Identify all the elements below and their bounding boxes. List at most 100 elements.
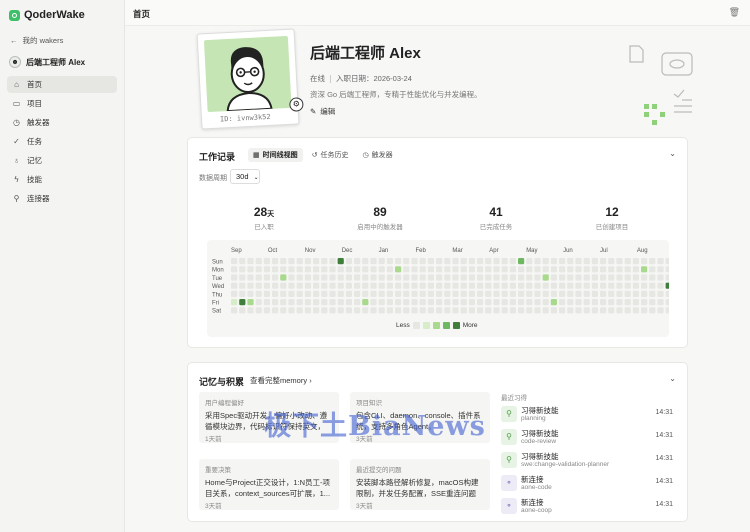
- heatmap-cell[interactable]: [337, 266, 344, 273]
- heatmap-cell[interactable]: [247, 290, 254, 297]
- heatmap-cell[interactable]: [231, 274, 238, 281]
- heatmap-cell[interactable]: [403, 299, 410, 306]
- heatmap-cell[interactable]: [485, 307, 492, 314]
- heatmap-cell[interactable]: [657, 274, 664, 281]
- heatmap-cell[interactable]: [550, 299, 557, 306]
- heatmap-cell[interactable]: [493, 299, 500, 306]
- chevron-down-icon[interactable]: ⌄: [669, 374, 676, 383]
- heatmap-cell[interactable]: [354, 266, 361, 273]
- heatmap-cell[interactable]: [255, 258, 262, 265]
- heatmap-cell[interactable]: [411, 266, 418, 273]
- heatmap-cell[interactable]: [362, 282, 369, 289]
- heatmap-cell[interactable]: [509, 282, 516, 289]
- heatmap-cell[interactable]: [632, 307, 639, 314]
- heatmap-cell[interactable]: [567, 307, 574, 314]
- heatmap-cell[interactable]: [534, 290, 541, 297]
- heatmap-cell[interactable]: [362, 307, 369, 314]
- heatmap-cell[interactable]: [419, 299, 426, 306]
- heatmap-cell[interactable]: [624, 290, 631, 297]
- heatmap-cell[interactable]: [239, 307, 246, 314]
- heatmap-cell[interactable]: [632, 274, 639, 281]
- heatmap-cell[interactable]: [460, 307, 467, 314]
- heatmap-cell[interactable]: [509, 274, 516, 281]
- heatmap-cell[interactable]: [263, 274, 270, 281]
- heatmap-cell[interactable]: [247, 282, 254, 289]
- heatmap-cell[interactable]: [526, 307, 533, 314]
- heatmap-cell[interactable]: [542, 299, 549, 306]
- heatmap-cell[interactable]: [386, 274, 393, 281]
- heatmap-cell[interactable]: [329, 282, 336, 289]
- heatmap-cell[interactable]: [477, 290, 484, 297]
- heatmap-cell[interactable]: [436, 282, 443, 289]
- heatmap-cell[interactable]: [321, 282, 328, 289]
- heatmap-cell[interactable]: [452, 274, 459, 281]
- heatmap-cell[interactable]: [583, 282, 590, 289]
- heatmap-cell[interactable]: [493, 266, 500, 273]
- heatmap-cell[interactable]: [485, 258, 492, 265]
- heatmap-cell[interactable]: [575, 290, 582, 297]
- heatmap-cell[interactable]: [354, 274, 361, 281]
- heatmap-cell[interactable]: [296, 282, 303, 289]
- heatmap-cell[interactable]: [296, 266, 303, 273]
- heatmap-cell[interactable]: [395, 274, 402, 281]
- heatmap-cell[interactable]: [575, 274, 582, 281]
- heatmap-cell[interactable]: [534, 282, 541, 289]
- heatmap-cell[interactable]: [255, 299, 262, 306]
- heatmap-cell[interactable]: [403, 290, 410, 297]
- heatmap-cell[interactable]: [304, 282, 311, 289]
- heatmap-cell[interactable]: [641, 290, 648, 297]
- heatmap-cell[interactable]: [436, 290, 443, 297]
- heatmap-cell[interactable]: [583, 266, 590, 273]
- heatmap-cell[interactable]: [550, 290, 557, 297]
- heatmap-cell[interactable]: [468, 307, 475, 314]
- recent-item[interactable]: ⚬ 新连接 aone-coop 14:31: [501, 497, 681, 516]
- edit-button[interactable]: ✎ 编辑: [310, 106, 335, 117]
- heatmap-cell[interactable]: [419, 266, 426, 273]
- heatmap-cell[interactable]: [485, 266, 492, 273]
- heatmap-cell[interactable]: [632, 258, 639, 265]
- heatmap-cell[interactable]: [591, 258, 598, 265]
- heatmap-cell[interactable]: [313, 299, 320, 306]
- heatmap-cell[interactable]: [583, 274, 590, 281]
- heatmap-cell[interactable]: [444, 258, 451, 265]
- heatmap-cell[interactable]: [477, 274, 484, 281]
- heatmap-cell[interactable]: [534, 274, 541, 281]
- heatmap-cell[interactable]: [304, 274, 311, 281]
- heatmap-cell[interactable]: [411, 282, 418, 289]
- heatmap-cell[interactable]: [641, 274, 648, 281]
- heatmap-cell[interactable]: [272, 274, 279, 281]
- heatmap-cell[interactable]: [288, 274, 295, 281]
- heatmap-cell[interactable]: [550, 282, 557, 289]
- heatmap-cell[interactable]: [403, 274, 410, 281]
- heatmap-cell[interactable]: [542, 307, 549, 314]
- heatmap-cell[interactable]: [657, 282, 664, 289]
- heatmap-cell[interactable]: [583, 258, 590, 265]
- heatmap-cell[interactable]: [657, 266, 664, 273]
- heatmap-cell[interactable]: [493, 290, 500, 297]
- heatmap-cell[interactable]: [452, 290, 459, 297]
- heatmap-cell[interactable]: [345, 266, 352, 273]
- heatmap-cell[interactable]: [419, 282, 426, 289]
- recent-item[interactable]: ⚲ 习得新技能 code-review 14:31: [501, 428, 681, 447]
- heatmap-cell[interactable]: [288, 282, 295, 289]
- heatmap-cell[interactable]: [591, 282, 598, 289]
- heatmap-cell[interactable]: [329, 266, 336, 273]
- heatmap-cell[interactable]: [288, 307, 295, 314]
- heatmap-cell[interactable]: [354, 258, 361, 265]
- heatmap-cell[interactable]: [370, 266, 377, 273]
- heatmap-cell[interactable]: [575, 282, 582, 289]
- heatmap-cell[interactable]: [304, 258, 311, 265]
- heatmap-cell[interactable]: [231, 258, 238, 265]
- heatmap-cell[interactable]: [436, 274, 443, 281]
- heatmap-cell[interactable]: [321, 307, 328, 314]
- heatmap-cell[interactable]: [542, 258, 549, 265]
- heatmap-cell[interactable]: [534, 299, 541, 306]
- heatmap-cell[interactable]: [608, 274, 615, 281]
- heatmap-cell[interactable]: [616, 307, 623, 314]
- heatmap-cell[interactable]: [378, 282, 385, 289]
- heatmap-cell[interactable]: [403, 282, 410, 289]
- heatmap-cell[interactable]: [665, 290, 669, 297]
- heatmap-cell[interactable]: [444, 299, 451, 306]
- heatmap-cell[interactable]: [436, 266, 443, 273]
- heatmap-cell[interactable]: [591, 266, 598, 273]
